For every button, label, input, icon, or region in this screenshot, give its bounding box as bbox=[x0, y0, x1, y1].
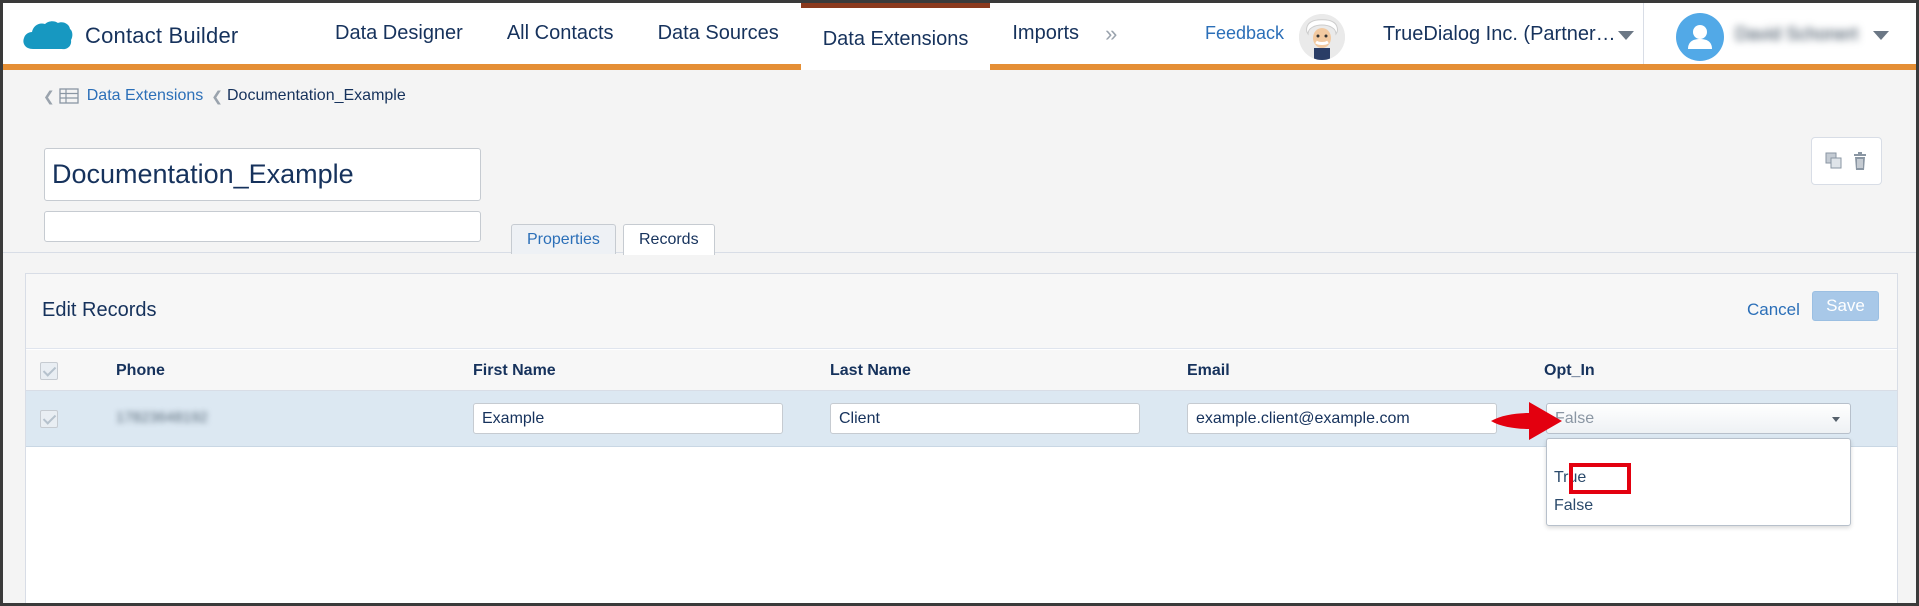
breadcrumb-data-extensions[interactable]: Data Extensions bbox=[87, 87, 204, 105]
nav-tab-data-designer[interactable]: Data Designer bbox=[313, 3, 485, 64]
select-caret-icon bbox=[1832, 417, 1840, 422]
nav-tabs: Data Designer All Contacts Data Sources … bbox=[313, 3, 1125, 70]
trash-icon[interactable] bbox=[1850, 151, 1870, 171]
user-chevron-down-icon[interactable] bbox=[1873, 31, 1889, 40]
row-checkbox[interactable] bbox=[40, 410, 58, 428]
einstein-avatar-icon[interactable] bbox=[1299, 14, 1345, 60]
breadcrumb-separator-icon: ❮ bbox=[43, 87, 55, 104]
breadcrumb-current: Documentation_Example bbox=[226, 87, 406, 104]
nav-tab-all-contacts[interactable]: All Contacts bbox=[485, 3, 636, 64]
nav-tab-imports[interactable]: Imports bbox=[990, 3, 1101, 64]
person-icon bbox=[1688, 25, 1712, 49]
org-switcher[interactable]: TrueDialog Inc. (Partner… bbox=[1383, 23, 1616, 46]
panel-title: Edit Records bbox=[42, 299, 157, 321]
feedback-link[interactable]: Feedback bbox=[1205, 23, 1284, 44]
tab-records[interactable]: Records bbox=[623, 224, 715, 255]
einstein-icon bbox=[1299, 14, 1345, 60]
user-avatar-icon[interactable] bbox=[1676, 13, 1724, 61]
email-input[interactable] bbox=[1187, 403, 1497, 434]
nav-divider bbox=[1643, 3, 1644, 64]
data-extension-description-input[interactable] bbox=[44, 211, 481, 242]
org-chevron-down-icon[interactable] bbox=[1618, 31, 1634, 40]
save-button[interactable]: Save bbox=[1812, 291, 1879, 321]
app-frame: Contact Builder Data Designer All Contac… bbox=[0, 0, 1919, 606]
first-name-input[interactable] bbox=[473, 403, 783, 434]
breadcrumb: ❮ Data Extensions ❮ Documentation_Exampl… bbox=[43, 87, 406, 105]
dropdown-option-false[interactable]: False bbox=[1554, 497, 1593, 515]
nav-more-chevron-icon[interactable]: » bbox=[1101, 3, 1125, 64]
column-header-phone: Phone bbox=[116, 362, 165, 379]
action-buttons bbox=[1811, 137, 1882, 185]
opt-in-select[interactable]: False bbox=[1546, 403, 1851, 434]
copy-icon[interactable] bbox=[1824, 151, 1844, 171]
data-extension-name-input[interactable] bbox=[44, 148, 481, 201]
user-name[interactable]: David Schonert bbox=[1735, 24, 1858, 45]
top-nav: Contact Builder Data Designer All Contac… bbox=[3, 3, 1916, 70]
panel-header: Edit Records Cancel Save bbox=[26, 274, 1897, 349]
column-header-first-name: First Name bbox=[473, 362, 556, 379]
nav-tab-data-extensions[interactable]: Data Extensions bbox=[800, 3, 991, 70]
tab-properties[interactable]: Properties bbox=[511, 224, 616, 254]
breadcrumb-separator-icon: ❮ bbox=[211, 87, 223, 104]
annotation-arrow-icon bbox=[1491, 402, 1562, 440]
nav-tab-data-sources[interactable]: Data Sources bbox=[636, 3, 801, 64]
table-header: Phone First Name Last Name Email Opt_In bbox=[26, 350, 1897, 391]
app-name: Contact Builder bbox=[85, 23, 239, 48]
edit-records-panel: Edit Records Cancel Save Phone First Nam… bbox=[25, 273, 1898, 603]
table-grid-icon bbox=[59, 88, 79, 104]
last-name-input[interactable] bbox=[830, 403, 1140, 434]
column-header-opt-in: Opt_In bbox=[1544, 362, 1595, 379]
salesforce-cloud-icon bbox=[23, 21, 73, 50]
cancel-button[interactable]: Cancel bbox=[1747, 295, 1800, 325]
annotation-highlight-box bbox=[1569, 463, 1631, 494]
brand[interactable]: Contact Builder bbox=[21, 19, 238, 53]
tab-strip-divider bbox=[3, 252, 1916, 253]
column-header-last-name: Last Name bbox=[830, 362, 911, 379]
column-header-email: Email bbox=[1187, 362, 1230, 379]
phone-value: 17823648192 bbox=[116, 409, 208, 426]
select-all-checkbox[interactable] bbox=[40, 362, 58, 380]
